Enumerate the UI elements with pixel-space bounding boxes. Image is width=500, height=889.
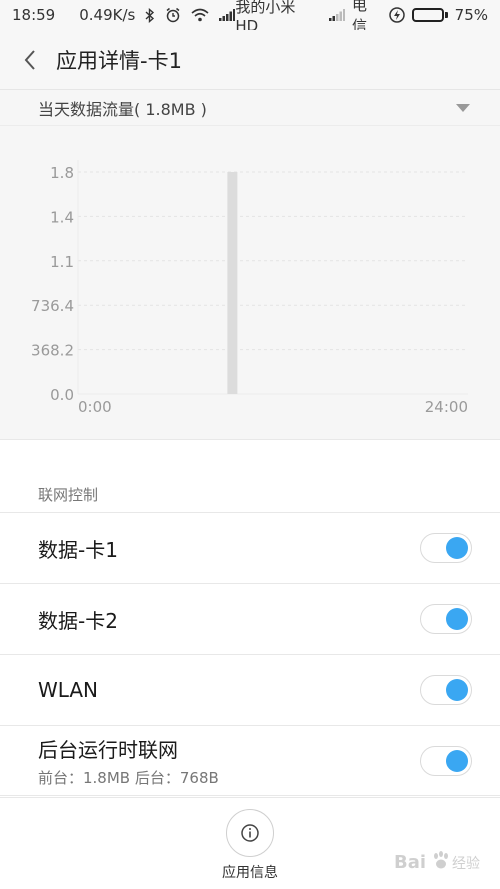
row-label: 数据-卡2: [38, 608, 118, 633]
data-sim1-switch[interactable]: [420, 533, 472, 563]
charging-icon: [388, 7, 405, 23]
toggle-row-background: 后台运行时联网 前台：1.8MB 后台：768B: [0, 725, 500, 796]
y-tick-label: 1.1: [50, 253, 74, 271]
switch-knob: [446, 749, 468, 772]
row-label: 后台运行时联网: [38, 737, 178, 762]
status-bar: 18:59 0.49K/s 我的小米 HD 电信 75%: [0, 0, 500, 35]
y-tick-label: 0.0: [50, 386, 74, 404]
traffic-period-label: 当天数据流量( 1.8MB ): [38, 99, 207, 119]
row-label: WLAN: [38, 678, 99, 702]
y-tick-label: 368.2: [31, 342, 74, 360]
network-toggle-list: 数据-卡1 数据-卡2 WLAN 后台运行时联网 前台：1.8MB 后台：768…: [0, 512, 500, 796]
wifi-icon: [191, 8, 209, 22]
toggle-row-wlan: WLAN: [0, 654, 500, 725]
y-tick-label: 1.8: [50, 164, 74, 182]
data-sim2-switch[interactable]: [420, 604, 472, 634]
app-info-button[interactable]: [226, 809, 274, 857]
back-button[interactable]: [16, 40, 44, 80]
row-label: 数据-卡1: [38, 537, 118, 562]
traffic-chart: 1.8 1.4 1.1 736.4 368.2 0.00:00 24:00: [31, 160, 468, 416]
y-tick-label: 1.4: [50, 208, 74, 226]
back-arrow-icon: [24, 49, 35, 70]
y-tick-label: 736.4: [31, 297, 74, 315]
bluetooth-icon: [145, 7, 155, 23]
battery-icon: [411, 8, 448, 22]
network-control-header: 联网控制: [38, 486, 99, 504]
wlan-switch[interactable]: [420, 675, 472, 705]
signal-icon: [219, 9, 236, 21]
traffic-chart-section: 当天数据流量( 1.8MB ) 1.8 1.4 1.1 736.4 368.2 0.0 0:…: [0, 90, 500, 440]
switch-knob: [446, 608, 468, 630]
svg-text:经验: 经验: [452, 856, 480, 872]
alarm-icon: [165, 7, 181, 23]
app-bar: 应用详情-卡1: [0, 30, 500, 90]
status-speed: 0.49K/s: [79, 6, 136, 24]
info-icon: [241, 824, 259, 842]
dropdown-arrow-icon: [456, 98, 470, 117]
battery-percent: 75%: [454, 6, 488, 24]
status-time: 18:59: [12, 6, 56, 24]
x-tick-label: 24:00: [425, 398, 468, 416]
signal-weak-icon: [328, 9, 345, 21]
x-tick-label: 0:00: [78, 398, 112, 416]
switch-knob: [446, 679, 468, 701]
data-bar: [227, 172, 238, 394]
toggle-row-data-sim2: 数据-卡2: [0, 583, 500, 654]
row-sublabel: 前台：1.8MB 后台：768B: [38, 768, 219, 787]
toggle-row-data-sim1: 数据-卡1: [0, 512, 500, 583]
svg-text:Bai: Bai: [394, 852, 426, 873]
watermark-logo: Bai 经验: [394, 847, 484, 879]
page-title: 应用详情-卡1: [56, 48, 182, 73]
background-network-switch[interactable]: [420, 745, 472, 776]
switch-knob: [446, 537, 468, 559]
traffic-period-dropdown[interactable]: 当天数据流量( 1.8MB ): [0, 90, 500, 126]
